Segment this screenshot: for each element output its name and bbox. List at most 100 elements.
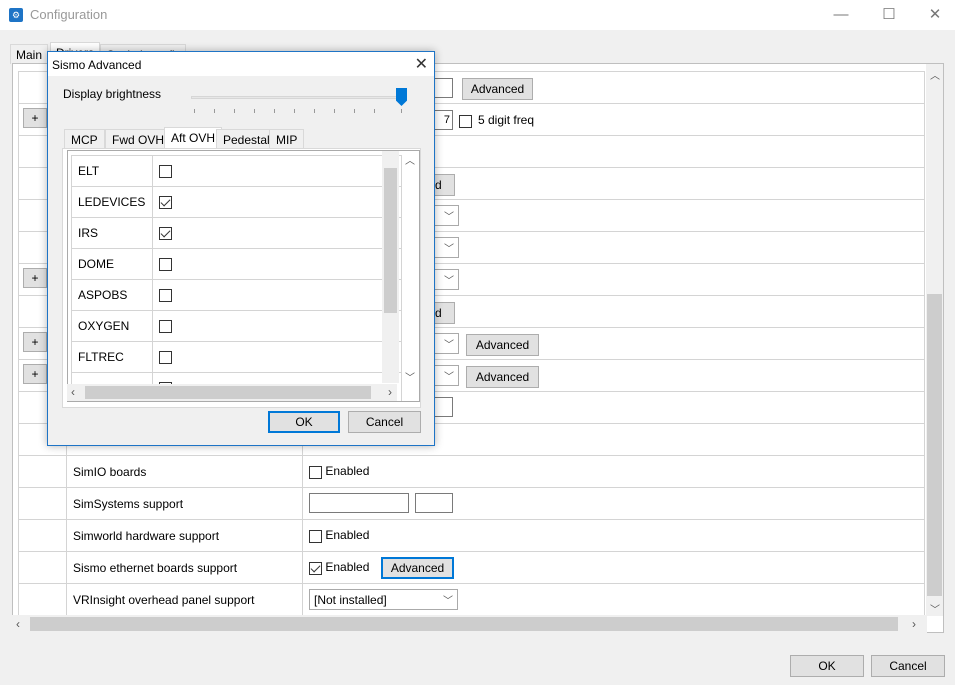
tab-aft-ovh[interactable]: Aft OVH: [164, 127, 223, 149]
simworld-enabled-checkbox[interactable]: [309, 529, 322, 543]
vertical-scroll-thumb[interactable]: [927, 294, 942, 596]
expand-button[interactable]: +: [23, 332, 47, 352]
item-name: IRS: [71, 217, 153, 249]
expand-button[interactable]: +: [23, 364, 47, 384]
textbox-partial-2[interactable]: 7: [432, 110, 453, 130]
table-row: Simworld hardware support Enabled: [18, 519, 925, 552]
row-label: SimIO boards: [66, 455, 303, 488]
button-partial-2[interactable]: d: [432, 302, 455, 324]
list-vertical-scroll-thumb[interactable]: [384, 168, 397, 313]
advanced-button-2[interactable]: Advanced: [466, 334, 539, 356]
list-item: IRS: [71, 217, 402, 249]
combo-partial-2[interactable]: ﹀: [432, 237, 459, 258]
row-label: Simworld hardware support: [66, 519, 303, 552]
combo-partial-4[interactable]: ﹀: [432, 333, 459, 354]
item-name: LEDEVICES: [71, 186, 153, 218]
title-bar: [0, 0, 955, 30]
ok-button[interactable]: OK: [790, 655, 864, 677]
chevron-down-icon[interactable]: ﹀: [930, 601, 940, 616]
expand-button[interactable]: +: [23, 108, 47, 128]
window-title: Configuration: [30, 7, 108, 22]
chevron-right-icon[interactable]: ›: [388, 385, 392, 399]
combo-partial-3[interactable]: ﹀: [432, 269, 459, 290]
chevron-down-icon: ﹀: [444, 372, 454, 383]
enabled-label: Enabled: [325, 464, 370, 479]
item-name: FLTREC: [71, 341, 153, 373]
simsystems-textbox-2[interactable]: [415, 493, 453, 513]
close-icon[interactable]: ✕: [415, 54, 428, 74]
dialog-ok-button[interactable]: OK: [268, 411, 340, 433]
list-item: OXYGEN: [71, 310, 402, 342]
table-row: SimSystems support: [18, 487, 925, 520]
slider-tick: [294, 109, 295, 113]
sismo-advanced-button[interactable]: Advanced: [381, 557, 454, 579]
textbox-partial[interactable]: [432, 78, 453, 98]
textbox-partial-3[interactable]: [432, 397, 453, 417]
horizontal-scroll-thumb[interactable]: [30, 617, 898, 631]
expand-button[interactable]: +: [23, 268, 47, 288]
tab-fwd-ovh[interactable]: Fwd OVH: [105, 129, 172, 149]
combo-partial-5[interactable]: ﹀: [432, 365, 459, 386]
brightness-slider-track[interactable]: [191, 96, 402, 99]
aspobs-checkbox[interactable]: [159, 289, 172, 303]
maximize-icon[interactable]: ☐: [866, 0, 912, 30]
dialog-cancel-button[interactable]: Cancel: [348, 411, 421, 433]
chevron-down-icon: ﹀: [444, 276, 454, 287]
list-horizontal-scroll-thumb[interactable]: [85, 386, 371, 399]
chevron-right-icon[interactable]: ›: [912, 617, 916, 631]
tab-mcp[interactable]: MCP: [64, 129, 105, 149]
elt-checkbox[interactable]: [159, 165, 172, 179]
simio-enabled-checkbox[interactable]: [309, 465, 322, 479]
tab-pedestal[interactable]: Pedestal: [216, 129, 277, 149]
advanced-button-3[interactable]: Advanced: [466, 366, 539, 388]
combo-value: [Not installed]: [314, 593, 387, 607]
simsystems-textbox-1[interactable]: [309, 493, 409, 513]
irs-checkbox[interactable]: [159, 227, 172, 241]
tab-mip[interactable]: MIP: [269, 129, 305, 149]
item-name: ELT: [71, 155, 153, 187]
slider-tick: [314, 109, 315, 113]
enabled-label: Enabled: [325, 528, 370, 543]
ledevices-checkbox[interactable]: [159, 196, 172, 210]
vrinsight-combo[interactable]: [Not installed] ﹀: [309, 589, 458, 610]
chevron-up-icon[interactable]: ︿: [405, 152, 415, 167]
table-row: Sismo ethernet boards support Enabled: [18, 551, 925, 584]
slider-tick: [274, 109, 275, 113]
oxygen-checkbox[interactable]: [159, 320, 172, 334]
brightness-slider-thumb[interactable]: [396, 88, 407, 106]
panel-list: ELT LEDEVICES IRS DOME ASPOBS OXYGEN FLT…: [67, 150, 420, 402]
five-digit-checkbox[interactable]: [459, 115, 472, 129]
row-label: SimSystems support: [66, 487, 303, 520]
advanced-button-top[interactable]: Advanced: [462, 78, 533, 100]
sismo-enabled-checkbox[interactable]: [309, 561, 322, 575]
chevron-left-icon[interactable]: ‹: [16, 617, 20, 631]
list-item: ELT: [71, 155, 402, 187]
chevron-down-icon: ﹀: [443, 596, 453, 607]
dome-checkbox[interactable]: [159, 258, 172, 272]
combo-partial-1[interactable]: ﹀: [432, 205, 459, 226]
slider-tick: [254, 109, 255, 113]
cancel-button[interactable]: Cancel: [871, 655, 945, 677]
minimize-icon[interactable]: —: [818, 0, 864, 30]
chevron-down-icon: ﹀: [444, 340, 454, 351]
close-icon[interactable]: ✕: [912, 0, 955, 30]
button-partial-1[interactable]: d: [432, 174, 455, 196]
tab-main[interactable]: Main: [10, 44, 49, 64]
chevron-down-icon[interactable]: ﹀: [405, 369, 415, 384]
chevron-up-icon[interactable]: ︿: [930, 67, 940, 82]
slider-tick: [334, 109, 335, 113]
chevron-left-icon[interactable]: ‹: [71, 385, 75, 399]
list-item: FLTREC: [71, 341, 402, 373]
item-name: DOME: [71, 248, 153, 280]
fltrec-checkbox[interactable]: [159, 351, 172, 365]
enabled-label: Enabled: [325, 560, 370, 575]
slider-tick: [354, 109, 355, 113]
app-icon: ⚙: [9, 8, 23, 22]
sismo-advanced-dialog: Sismo Advanced ✕ Display brightness MCP …: [47, 51, 435, 446]
table-row: SimIO boards Enabled: [18, 455, 925, 488]
list-item: ASPOBS: [71, 279, 402, 311]
row-label: Sismo ethernet boards support: [66, 551, 303, 584]
slider-tick: [401, 109, 402, 113]
slider-tick: [214, 109, 215, 113]
row-label: VRInsight overhead panel support: [66, 583, 303, 616]
